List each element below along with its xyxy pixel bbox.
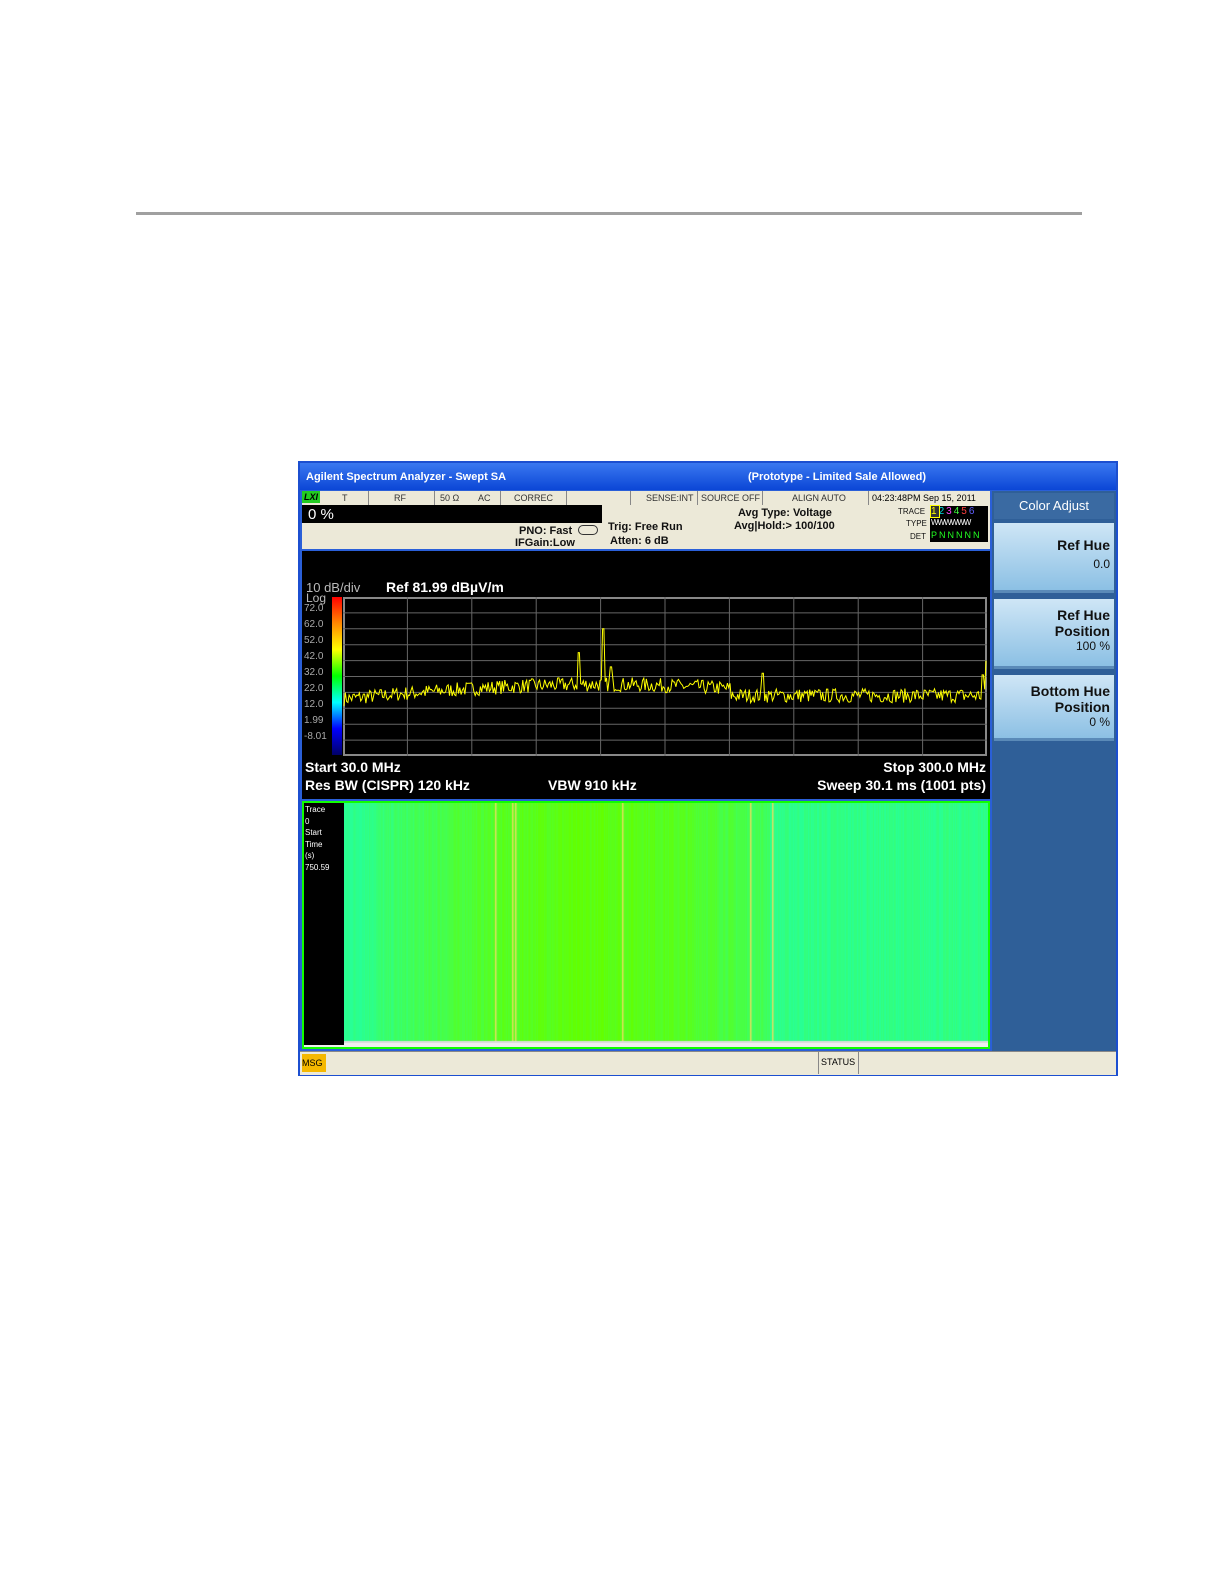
datetime: 04:23:48PM Sep 15, 2011 [872, 493, 976, 503]
status-strip: LXI T RF 50 Ω AC CORREC SENSE:INT SOURCE… [302, 491, 990, 506]
progress-readout: 0 % [302, 505, 602, 523]
attenuation: Atten: 6 dB [610, 535, 669, 547]
color-scale-bar [332, 597, 342, 755]
wf-label: (s) [305, 851, 315, 860]
det-value: N [964, 530, 974, 540]
type-label: TYPE [906, 519, 927, 528]
y-tick-label: 62.0 [304, 619, 324, 630]
softkey-label: Position [1054, 623, 1110, 639]
page-divider [136, 212, 1082, 215]
trace-6[interactable]: 6 [969, 506, 977, 517]
trace-1[interactable]: 1 [930, 505, 940, 518]
analyzer-window: Agilent Spectrum Analyzer - Swept SA (Pr… [298, 461, 1118, 1076]
waterfall-labels: Trace 0 Start Time (s) 750.59 [304, 803, 344, 1045]
trigger: Trig: Free Run [608, 521, 683, 533]
status-trigger: T [342, 493, 348, 503]
status-indicator[interactable]: STATUS [821, 1057, 855, 1067]
trace-label: TRACE [898, 507, 926, 516]
waterfall-display: Trace 0 Start Time (s) 750.59 [302, 801, 990, 1049]
y-tick-label: -8.01 [304, 731, 327, 742]
det-value: N [956, 530, 965, 540]
start-frequency: Start 30.0 MHz [305, 759, 401, 775]
stop-frequency: Stop 300.0 MHz [883, 759, 986, 775]
softkey-label: Bottom Hue [1030, 683, 1110, 699]
lxi-icon: LXI [302, 491, 321, 503]
ref-hue-position-softkey[interactable]: Ref Hue Position 100 % [994, 599, 1114, 669]
sweep-loop-icon [578, 525, 598, 535]
y-tick-label: 52.0 [304, 635, 324, 646]
status-source: SOURCE OFF [701, 493, 761, 503]
softkey-label: Ref Hue [1057, 607, 1110, 623]
softkey-label: Ref Hue [1057, 537, 1110, 553]
y-tick-label: 1.99 [304, 715, 324, 726]
status-input: RF [394, 493, 406, 503]
trace-type: WWWWWW [931, 518, 971, 527]
avg-hold: Avg|Hold:> 100/100 [734, 520, 835, 532]
avg-type: Avg Type: Voltage [738, 507, 832, 519]
bottom-hue-position-softkey[interactable]: Bottom Hue Position 0 % [994, 675, 1114, 741]
softkey-value: 0 % [1089, 715, 1110, 729]
status-align: ALIGN AUTO [792, 493, 846, 503]
wf-label: 0 [305, 816, 310, 826]
det-value: N [947, 530, 957, 540]
trace-indicator[interactable]: 123456 WWWWWW PNNNNN [930, 505, 988, 542]
y-tick-label: 22.0 [304, 683, 324, 694]
progress-text: 0 % [308, 506, 334, 523]
ifgain: IFGain:Low [515, 537, 575, 549]
bottom-status-bar: MSG STATUS [300, 1051, 1116, 1075]
det-label: DET [910, 532, 926, 541]
reference-level: Ref 81.99 dBµV/m [386, 579, 504, 595]
resolution-bandwidth: Res BW (CISPR) 120 kHz [305, 777, 470, 793]
waterfall-image [344, 803, 988, 1043]
window-title: Agilent Spectrum Analyzer - Swept SA [306, 471, 507, 483]
y-tick-label: 12.0 [304, 699, 324, 710]
det-value: N [939, 530, 948, 540]
ref-hue-softkey[interactable]: Ref Hue 0.0 [994, 523, 1114, 593]
window-notice: (Prototype - Limited Sale Allowed) [748, 471, 927, 483]
softkey-panel: Color Adjust Ref Hue 0.0 Ref Hue Positio… [992, 491, 1116, 1051]
status-impedance: 50 Ω [440, 493, 460, 503]
y-tick-label: 72.0 [304, 603, 324, 614]
det-value: P [931, 530, 940, 540]
det-value: N [973, 530, 982, 540]
wf-label: Time [305, 839, 323, 849]
trace-5[interactable]: 5 [961, 506, 969, 517]
msg-indicator[interactable]: MSG [302, 1054, 326, 1072]
pno: PNO: Fast [519, 525, 573, 537]
wf-label: Trace [305, 805, 326, 814]
wf-label: 750.59 [305, 862, 330, 872]
spectrum-display: 10 dB/div Ref 81.99 dBµV/m Log 72.0 62.0 5… [302, 551, 990, 799]
trace-3[interactable]: 3 [946, 506, 954, 517]
status-correc: CORREC [514, 493, 554, 503]
softkey-menu-title: Color Adjust [994, 493, 1114, 519]
status-sense: SENSE:INT [646, 493, 694, 503]
status-coupling: AC [478, 493, 491, 503]
y-tick-label: 32.0 [304, 667, 324, 678]
measurement-info: 0 % PNO: Fast IFGain:Low Trig: Free Run … [302, 505, 990, 549]
y-tick-label: 42.0 [304, 651, 324, 662]
title-bar: Agilent Spectrum Analyzer - Swept SA (Pr… [300, 463, 1116, 490]
spectrum-graticule [343, 597, 987, 756]
softkey-value: 0.0 [1093, 557, 1110, 571]
wf-label: Start [305, 828, 322, 837]
softkey-label: Position [1054, 699, 1110, 715]
sweep-time: Sweep 30.1 ms (1001 pts) [817, 777, 986, 793]
video-bandwidth: VBW 910 kHz [548, 777, 637, 793]
softkey-value: 100 % [1075, 639, 1110, 653]
trace-2[interactable]: 2 [939, 506, 947, 517]
